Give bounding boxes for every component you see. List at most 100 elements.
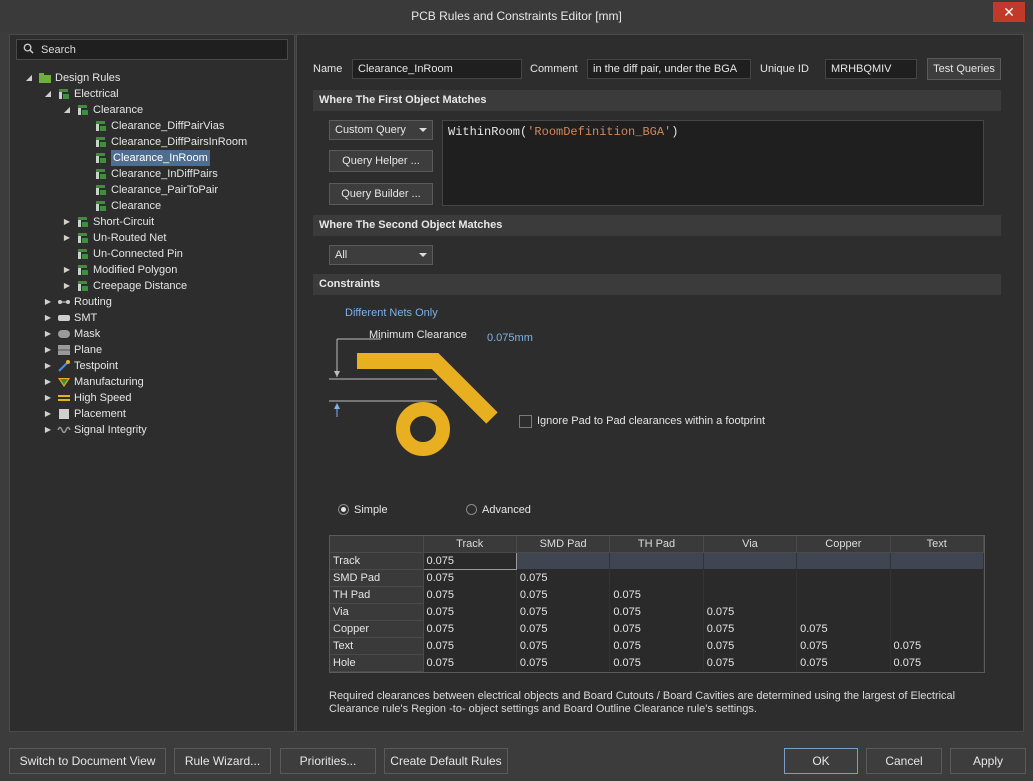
collapsed-arrow-icon[interactable]: ▶ [43, 326, 53, 342]
switch-view-button[interactable]: Switch to Document View [9, 748, 166, 774]
collapsed-arrow-icon[interactable]: ▶ [62, 214, 72, 230]
collapsed-arrow-icon[interactable]: ▶ [62, 278, 72, 294]
simple-radio[interactable] [338, 504, 349, 515]
tree-item-placement[interactable]: ▶ Placement [10, 406, 294, 422]
ignore-pad-checkbox[interactable] [519, 415, 532, 428]
name-field[interactable]: Clearance_InRoom [352, 59, 522, 79]
tree-item-clearance[interactable]: ◢ Clearance [10, 102, 294, 118]
tree-item-modified-polygon[interactable]: ▶ Modified Polygon [10, 262, 294, 278]
clearance-cell[interactable]: 0.075 [703, 654, 798, 671]
test-queries-button[interactable]: Test Queries [927, 58, 1001, 80]
clearance-cell[interactable]: 0.075 [703, 603, 798, 620]
collapsed-arrow-icon[interactable]: ▶ [43, 374, 53, 390]
query-builder-button[interactable]: Query Builder ... [329, 183, 433, 205]
create-default-rules-button[interactable]: Create Default Rules [384, 748, 508, 774]
tree-item-label: Creepage Distance [93, 280, 188, 292]
clearance-cell[interactable]: 0.075 [890, 654, 985, 671]
empty-cell [890, 586, 985, 603]
search-input[interactable] [41, 41, 281, 58]
collapsed-arrow-icon[interactable]: ▶ [43, 406, 53, 422]
rule-wizard-button[interactable]: Rule Wizard... [174, 748, 271, 774]
tree-item-signal-integrity[interactable]: ▶ Signal Integrity [10, 422, 294, 438]
title-bar: PCB Rules and Constraints Editor [mm] ✕ [0, 0, 1033, 32]
clearance-cell[interactable]: 0.075 [516, 603, 611, 620]
clearance-cell[interactable]: 0.075 [423, 637, 517, 654]
row-header: Copper [330, 620, 424, 638]
ok-button[interactable]: OK [784, 748, 858, 774]
first-match-mode-dropdown[interactable]: Custom Query [329, 120, 433, 140]
advanced-radio[interactable] [466, 504, 477, 515]
tree-item-clearance-indiffpairs[interactable]: Clearance_InDiffPairs [10, 166, 294, 182]
advanced-label: Advanced [482, 504, 531, 516]
tree-item-creepage-distance[interactable]: ▶ Creepage Distance [10, 278, 294, 294]
close-button[interactable]: ✕ [993, 2, 1025, 22]
clearance-cell[interactable]: 0.075 [796, 637, 891, 654]
tree-item-un-routed-net[interactable]: ▶ Un-Routed Net [10, 230, 294, 246]
search-icon [23, 43, 34, 54]
cancel-button[interactable]: Cancel [866, 748, 942, 774]
query-helper-button[interactable]: Query Helper ... [329, 150, 433, 172]
clearance-cell[interactable]: 0.075 [423, 603, 517, 620]
collapsed-arrow-icon[interactable]: ▶ [62, 262, 72, 278]
collapsed-arrow-icon[interactable]: ▶ [43, 294, 53, 310]
tree-item-routing[interactable]: ▶ Routing [10, 294, 294, 310]
clearance-cell[interactable]: 0.075 [609, 620, 704, 637]
clearance-cell[interactable]: 0.075 [516, 654, 611, 671]
clearance-cell[interactable]: 0.075 [609, 586, 704, 603]
tree-item-electrical[interactable]: ◢ Electrical [10, 86, 294, 102]
tree-item-clearance-pairtopair[interactable]: Clearance_PairToPair [10, 182, 294, 198]
tree-item-testpoint[interactable]: ▶ Testpoint [10, 358, 294, 374]
nets-scope-link[interactable]: Different Nets Only [345, 307, 438, 319]
collapsed-arrow-icon[interactable]: ▶ [43, 310, 53, 326]
clearance-cell[interactable]: 0.075 [423, 586, 517, 603]
tree-item-label: Clearance [111, 200, 162, 212]
table-row: Hole 0.075 0.075 0.075 0.075 0.075 0.075 [330, 654, 985, 672]
clearance-cell[interactable]: 0.075 [609, 637, 704, 654]
rule-icon [96, 201, 106, 211]
clearance-cell[interactable]: 0.075 [703, 620, 798, 637]
tree-item-high-speed[interactable]: ▶ High Speed [10, 390, 294, 406]
tree-item-short-circuit[interactable]: ▶ Short-Circuit [10, 214, 294, 230]
tree-item-un-connected-pin[interactable]: Un-Connected Pin [10, 246, 294, 262]
clearance-cell[interactable]: 0.075 [422, 551, 517, 570]
collapsed-arrow-icon[interactable]: ▶ [43, 342, 53, 358]
comment-field[interactable]: in the diff pair, under the BGA [587, 59, 751, 79]
tree-item-label: Clearance_PairToPair [111, 184, 218, 196]
expanded-arrow-icon[interactable]: ◢ [62, 102, 72, 118]
clearance-cell[interactable]: 0.075 [516, 637, 611, 654]
clearance-cell[interactable]: 0.075 [796, 654, 891, 671]
tree-item-mask[interactable]: ▶ Mask [10, 326, 294, 342]
collapsed-arrow-icon[interactable]: ▶ [43, 390, 53, 406]
clearance-cell[interactable]: 0.075 [703, 637, 798, 654]
clearance-cell[interactable]: 0.075 [609, 603, 704, 620]
tree-item-manufacturing[interactable]: ▶ Manufacturing [10, 374, 294, 390]
tree-item-clearance-diffpairsinroom[interactable]: Clearance_DiffPairsInRoom [10, 134, 294, 150]
unique-id-field[interactable]: MRHBQMIV [825, 59, 917, 79]
collapsed-arrow-icon[interactable]: ▶ [43, 422, 53, 438]
expanded-arrow-icon[interactable]: ◢ [24, 70, 34, 86]
clearance-cell[interactable]: 0.075 [516, 586, 611, 603]
tree-item-design-rules[interactable]: ◢ Design Rules [10, 70, 294, 86]
clearance-cell[interactable]: 0.075 [516, 620, 611, 637]
tree-item-clearance[interactable]: Clearance [10, 198, 294, 214]
second-match-mode-dropdown[interactable]: All [329, 245, 433, 265]
expanded-arrow-icon[interactable]: ◢ [43, 86, 53, 102]
clearance-cell[interactable]: 0.075 [516, 569, 611, 586]
tree-item-smt[interactable]: ▶ SMT [10, 310, 294, 326]
clearance-cell[interactable]: 0.075 [796, 620, 891, 637]
priorities-button[interactable]: Priorities... [280, 748, 376, 774]
tree-item-clearance-inroom[interactable]: Clearance_InRoom [10, 150, 294, 166]
empty-cell [609, 552, 704, 569]
query-editor[interactable]: WithinRoom('RoomDefinition_BGA') [442, 120, 984, 206]
clearance-cell[interactable]: 0.075 [890, 637, 985, 654]
tree-item-plane[interactable]: ▶ Plane [10, 342, 294, 358]
collapsed-arrow-icon[interactable]: ▶ [43, 358, 53, 374]
clearance-cell[interactable]: 0.075 [609, 654, 704, 671]
collapsed-arrow-icon[interactable]: ▶ [62, 230, 72, 246]
tree-item-clearance-diffpairvias[interactable]: Clearance_DiffPairVias [10, 118, 294, 134]
clearance-cell[interactable]: 0.075 [423, 569, 517, 586]
tree-item-label: Clearance_InRoom [111, 150, 210, 166]
clearance-cell[interactable]: 0.075 [423, 620, 517, 637]
clearance-cell[interactable]: 0.075 [423, 654, 517, 671]
apply-button[interactable]: Apply [950, 748, 1026, 774]
